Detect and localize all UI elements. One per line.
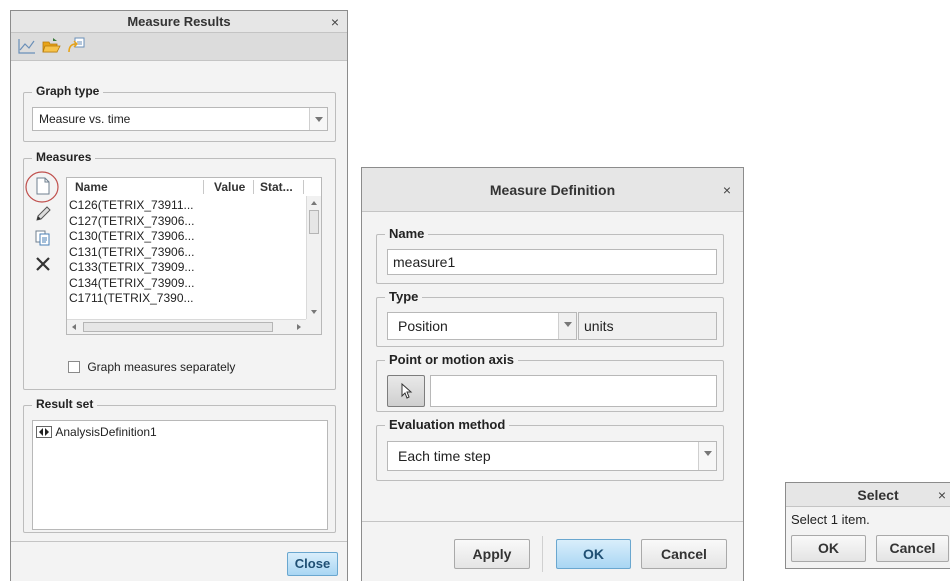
chevron-down-icon[interactable] [558,313,576,339]
measure-definition-title: Measure Definition [489,182,616,198]
result-set-item-label: AnalysisDefinition1 [55,424,157,439]
measure-results-toolbar [11,33,347,61]
graph-type-value: Measure vs. time [39,112,131,126]
measure-definition-titlebar: Measure Definition × [362,168,743,212]
evaluation-value: Each time step [398,448,491,464]
table-row[interactable]: C130(TETRIX_73906... [69,229,194,245]
point-axis-label: Point or motion axis [385,352,518,367]
close-icon[interactable]: × [938,483,946,507]
export-icon[interactable] [66,36,86,56]
evaluation-select[interactable]: Each time step [387,441,717,471]
result-set-list[interactable]: AnalysisDefinition1 [32,420,328,530]
graph-separately-checkbox-row[interactable]: Graph measures separately [68,359,235,375]
table-row[interactable]: C133(TETRIX_73909... [69,260,194,276]
copy-icon[interactable] [34,229,52,247]
ok-button[interactable]: OK [556,539,631,569]
result-set-group: Result set AnalysisDefinition1 [23,397,336,533]
measures-label: Measures [32,150,96,164]
evaluation-group: Evaluation method Each time step [376,417,724,481]
measures-rows: C126(TETRIX_73911... C127(TETRIX_73906..… [69,198,194,307]
scroll-corner [306,319,321,334]
point-axis-field[interactable] [430,375,717,407]
close-icon[interactable]: × [723,168,731,212]
units-label: units [584,318,614,334]
new-measure-icon[interactable] [34,177,52,195]
select-title: Select [857,487,899,503]
name-group: Name [376,226,724,284]
evaluation-label: Evaluation method [385,417,510,432]
type-group: Type Position units [376,289,724,347]
measures-table[interactable]: Name Value Stat... C126(TETRIX_73911... … [66,177,322,335]
result-set-label: Result set [32,397,98,411]
graph-type-select[interactable]: Measure vs. time [32,107,328,131]
measure-results-titlebar: Measure Results × [11,11,347,33]
type-value: Position [398,318,448,334]
column-header-value[interactable]: Value [214,180,245,194]
select-ok-button[interactable]: OK [791,535,866,562]
table-row[interactable]: C126(TETRIX_73911... [69,198,194,214]
select-titlebar: Select × [786,483,950,507]
footer-divider [11,541,347,542]
measure-definition-dialog: Measure Definition × Name Type Position … [361,167,744,581]
close-icon[interactable]: × [331,11,339,33]
type-select[interactable]: Position [387,312,577,340]
edit-pencil-icon[interactable] [34,205,52,223]
column-header-name[interactable]: Name [75,180,108,194]
chevron-down-icon[interactable] [309,108,327,130]
measure-results-title: Measure Results [127,14,231,29]
footer-divider [362,521,743,522]
table-row[interactable]: C127(TETRIX_73906... [69,214,194,230]
graph-separately-checkbox[interactable] [68,360,80,373]
cancel-button[interactable]: Cancel [641,539,727,569]
scroll-down-icon[interactable] [307,305,321,319]
list-item[interactable]: AnalysisDefinition1 [36,424,157,439]
scroll-right-icon[interactable] [292,320,306,334]
select-dialog: Select × Select 1 item. OK Cancel [785,482,950,569]
scroll-left-icon[interactable] [67,320,81,334]
column-separator [253,180,254,194]
scrollbar-thumb[interactable] [309,210,319,234]
name-label: Name [385,226,429,241]
vertical-scrollbar[interactable] [306,196,321,319]
name-input[interactable] [387,249,717,275]
graph-type-group: Graph type Measure vs. time [23,84,336,142]
scroll-up-icon[interactable] [307,196,321,210]
scrollbar-thumb[interactable] [83,322,273,332]
column-separator [303,180,304,194]
graph-type-label: Graph type [32,84,104,98]
button-separator [542,536,543,572]
delete-icon[interactable] [34,255,52,273]
table-row[interactable]: C134(TETRIX_73909... [69,276,194,292]
horizontal-scrollbar[interactable] [67,319,306,334]
table-row[interactable]: C1711(TETRIX_7390... [69,291,194,307]
chart-icon[interactable] [17,36,37,56]
cursor-arrow-icon [401,382,413,399]
units-field: units [578,312,717,340]
apply-button[interactable]: Apply [454,539,530,569]
type-label: Type [385,289,423,304]
column-header-status[interactable]: Stat... [260,180,293,194]
point-axis-group: Point or motion axis [376,352,724,412]
close-button[interactable]: Close [287,552,338,576]
select-point-button[interactable] [387,375,425,407]
select-cancel-button[interactable]: Cancel [876,535,949,562]
column-separator [203,180,204,194]
select-message: Select 1 item. [791,512,870,527]
table-row[interactable]: C131(TETRIX_73906... [69,245,194,261]
measures-group: Measures Name Value Stat... C126(TETRIX_… [23,150,336,390]
graph-separately-label: Graph measures separately [87,359,236,374]
expand-arrows-icon [36,425,52,438]
open-folder-icon[interactable] [41,36,61,56]
measures-table-header: Name Value Stat... [67,178,321,196]
chevron-down-icon[interactable] [698,442,716,470]
measure-results-dialog: Measure Results × Graph type Measure vs.… [10,10,348,581]
